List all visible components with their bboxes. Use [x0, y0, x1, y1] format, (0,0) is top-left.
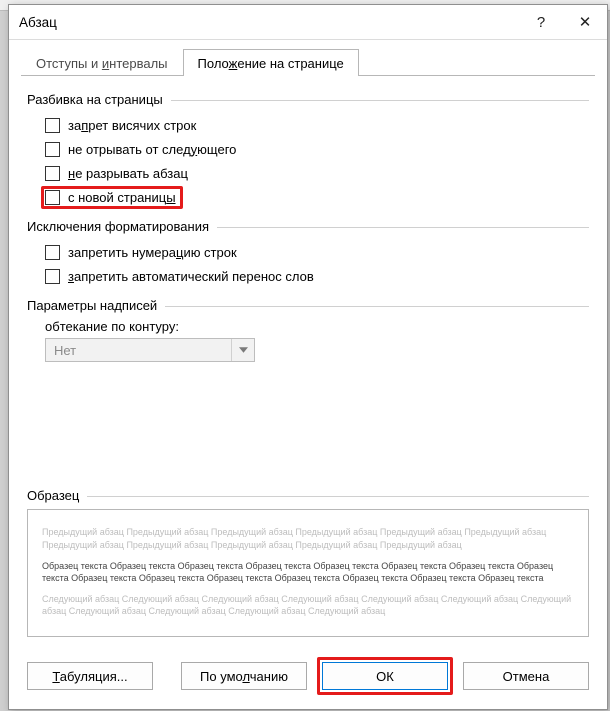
option-label: с новой страницы — [68, 190, 176, 205]
group-pagination: Разбивка на страницы — [27, 92, 589, 107]
option-no-hyphenation[interactable]: запретить автоматический перенос слов — [45, 264, 589, 288]
tab-strip: Отступы и интервалы Положение на страниц… — [9, 46, 607, 76]
group-formatting-exceptions: Исключения форматирования — [27, 219, 589, 234]
chevron-down-icon — [231, 339, 254, 361]
preview-sample-text: Образец текста Образец текста Образец те… — [42, 560, 574, 585]
help-icon: ? — [537, 14, 545, 31]
dialog-button-row: Табуляция... По умолчанию ОК Отмена — [9, 645, 607, 709]
checkbox-icon[interactable] — [45, 142, 60, 157]
textbox-wrap-label: обтекание по контуру: — [45, 319, 589, 334]
ok-button[interactable]: ОК — [322, 662, 448, 690]
checkbox-icon[interactable] — [45, 190, 60, 205]
option-widow-orphan[interactable]: запрет висячих строк — [45, 113, 589, 137]
set-default-button[interactable]: По умолчанию — [181, 662, 307, 690]
textbox-wrap-select[interactable]: Нет — [45, 338, 255, 362]
preview-next-text: Следующий абзац Следующий абзац Следующи… — [42, 593, 574, 618]
highlight-annotation: ОК — [317, 657, 453, 695]
select-value: Нет — [54, 343, 76, 358]
option-keep-lines-together[interactable]: не разрывать абзац — [45, 161, 589, 185]
checkbox-icon[interactable] — [45, 269, 60, 284]
option-label: запрет висячих строк — [68, 118, 196, 133]
dialog-title: Абзац — [19, 15, 519, 30]
group-textbox-options: Параметры надписей — [27, 298, 589, 313]
checkbox-icon[interactable] — [45, 166, 60, 181]
option-label: не отрывать от следующего — [68, 142, 236, 157]
checkbox-icon[interactable] — [45, 118, 60, 133]
option-label: запретить нумерацию строк — [68, 245, 237, 260]
titlebar: Абзац ? ✕ — [9, 5, 607, 40]
tabs-button[interactable]: Табуляция... — [27, 662, 153, 690]
cancel-button[interactable]: Отмена — [463, 662, 589, 690]
preview-prev-text: Предыдущий абзац Предыдущий абзац Предыд… — [42, 526, 574, 551]
option-label: не разрывать абзац — [68, 166, 188, 181]
option-keep-with-next[interactable]: не отрывать от следующего — [45, 137, 589, 161]
option-page-break-before[interactable]: с новой страницы — [45, 185, 589, 209]
group-preview: Образец — [27, 488, 589, 503]
paragraph-dialog: Абзац ? ✕ Отступы и интервалы Положение … — [8, 4, 608, 710]
close-icon: ✕ — [579, 13, 592, 31]
preview-box: Предыдущий абзац Предыдущий абзац Предыд… — [27, 509, 589, 637]
option-label: запретить автоматический перенос слов — [68, 269, 314, 284]
close-button[interactable]: ✕ — [563, 5, 607, 39]
option-suppress-line-numbers[interactable]: запретить нумерацию строк — [45, 240, 589, 264]
checkbox-icon[interactable] — [45, 245, 60, 260]
help-button[interactable]: ? — [519, 5, 563, 39]
tab-page-position[interactable]: Положение на странице — [183, 49, 359, 76]
highlight-annotation: с новой страницы — [41, 186, 183, 209]
tab-indents[interactable]: Отступы и интервалы — [21, 49, 183, 76]
